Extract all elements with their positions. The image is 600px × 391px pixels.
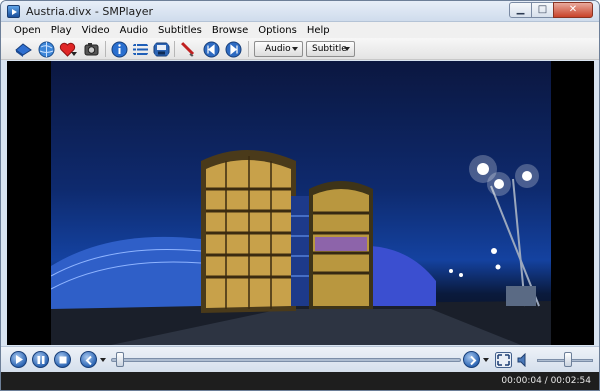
fullscreen-icon[interactable] — [495, 352, 512, 368]
main-toolbar: Audio Subtitle — [1, 38, 599, 60]
audio-track-label: Audio — [265, 44, 291, 54]
toolbar-separator — [105, 41, 106, 57]
video-area[interactable] — [7, 61, 594, 345]
toolbar-separator — [174, 41, 175, 57]
smplayer-window: Austria.divx - SMPlayer ▁ □ ✕ Open Play … — [0, 0, 600, 391]
video-frame-image — [51, 150, 551, 345]
equalizer-icon[interactable] — [179, 41, 196, 58]
menu-video[interactable]: Video — [77, 25, 115, 36]
screenshot-icon[interactable] — [83, 41, 100, 58]
menu-subtitles[interactable]: Subtitles — [153, 25, 207, 36]
menu-browse[interactable]: Browse — [207, 25, 253, 36]
forward-dropdown-icon[interactable] — [483, 358, 489, 363]
subtitle-track-label: Subtitle — [312, 44, 347, 54]
menu-play[interactable]: Play — [46, 25, 77, 36]
seek-bar[interactable] — [111, 358, 461, 362]
audio-track-select[interactable]: Audio — [254, 41, 303, 57]
forward-button[interactable] — [463, 351, 480, 368]
status-bar: 00:00:04 / 00:02:54 — [1, 372, 599, 390]
pause-button[interactable] — [32, 351, 49, 368]
toolbar-separator — [248, 41, 249, 57]
maximize-button[interactable]: □ — [531, 2, 554, 18]
volume-icon[interactable] — [517, 353, 531, 367]
stop-button[interactable] — [54, 351, 71, 368]
chevron-right-icon — [470, 356, 477, 365]
menu-help[interactable]: Help — [302, 25, 335, 36]
rewind-button[interactable] — [80, 351, 97, 368]
menu-open[interactable]: Open — [9, 25, 46, 36]
window-controls: ▁ □ ✕ — [509, 2, 593, 18]
menu-bar: Open Play Video Audio Subtitles Browse O… — [1, 22, 599, 38]
info-icon[interactable] — [111, 41, 128, 58]
volume-handle[interactable] — [563, 352, 572, 367]
chevron-down-icon — [292, 47, 298, 51]
menu-options[interactable]: Options — [253, 25, 302, 36]
minimize-button[interactable]: ▁ — [509, 2, 532, 18]
video-frame[interactable] — [51, 61, 551, 345]
seek-handle[interactable] — [116, 352, 125, 367]
chevron-left-icon — [85, 356, 92, 365]
previous-chapter-icon[interactable] — [203, 41, 220, 58]
subtitle-track-select[interactable]: Subtitle — [306, 41, 355, 57]
play-button[interactable] — [10, 351, 27, 368]
preferences-icon[interactable] — [153, 41, 170, 58]
next-chapter-icon[interactable] — [225, 41, 242, 58]
playback-controls — [1, 346, 599, 372]
chevron-down-icon — [344, 47, 350, 51]
time-display: 00:00:04 / 00:02:54 — [501, 376, 591, 386]
title-bar[interactable]: Austria.divx - SMPlayer ▁ □ ✕ — [1, 1, 599, 22]
play-icon — [16, 355, 23, 364]
open-url-icon[interactable] — [38, 41, 55, 58]
pause-icon — [37, 356, 45, 364]
window-title: Austria.divx - SMPlayer — [26, 5, 154, 18]
favorites-dropdown-icon[interactable] — [71, 52, 77, 57]
open-file-icon[interactable] — [15, 41, 32, 58]
stop-icon — [59, 356, 67, 364]
close-button[interactable]: ✕ — [553, 2, 593, 18]
menu-audio[interactable]: Audio — [115, 25, 153, 36]
smplayer-app-icon — [7, 5, 20, 18]
playlist-icon[interactable] — [132, 41, 149, 58]
rewind-dropdown-icon[interactable] — [100, 358, 106, 363]
